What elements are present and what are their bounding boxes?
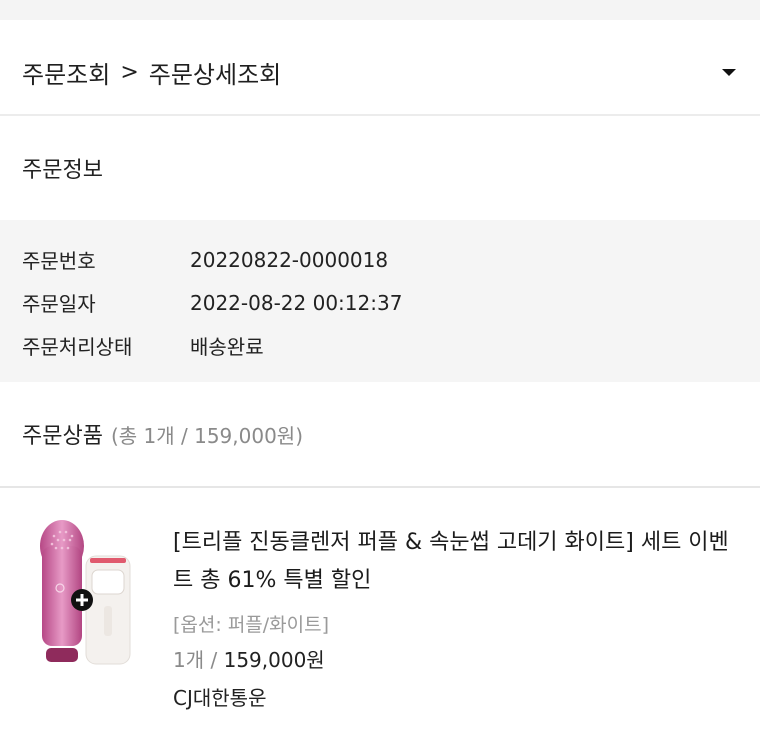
order-products-summary: (총 1개 / 159,000원): [110, 423, 304, 448]
breadcrumb-order-detail: 주문상세조회: [148, 60, 282, 89]
order-number-label: 주문번호: [22, 249, 96, 273]
order-products-title: 주문상품 (총 1개 / 159,000원): [0, 382, 760, 488]
product-thumbnail[interactable]: [30, 518, 140, 678]
order-status-value: 배송완료: [190, 335, 264, 359]
top-gap: [0, 0, 760, 20]
breadcrumb-order-inquiry[interactable]: 주문조회: [22, 55, 110, 90]
product-name[interactable]: [트리플 진동클렌저 퍼플 & 속눈썹 고데기 화이트] 세트 이벤트 총 61…: [173, 524, 733, 600]
product-quantity: 1개 /: [173, 648, 218, 672]
order-products-label: 주문상품: [22, 424, 103, 449]
product-info: [트리플 진동클렌저 퍼플 & 속눈썹 고데기 화이트] 세트 이벤트 총 61…: [173, 524, 733, 716]
product-option: [옵션: 퍼플/화이트]: [173, 614, 330, 636]
breadcrumb-separator: >: [120, 59, 139, 85]
order-info-row: 주문일자 2022-08-22 00:12:37: [22, 281, 738, 324]
order-info-row: 주문처리상태 배송완료: [22, 324, 738, 367]
product-price: 159,000원: [223, 648, 325, 672]
product-carrier: CJ대한통운: [173, 686, 267, 710]
order-number-value: 20220822-0000018: [190, 247, 389, 272]
order-date-label: 주문일자: [22, 292, 96, 316]
breadcrumb: 주문조회 > 주문상세조회: [22, 55, 281, 90]
plus-circle-icon: [71, 589, 93, 611]
product-item[interactable]: [트리플 진동클렌저 퍼플 & 속눈썹 고데기 화이트] 세트 이벤트 총 61…: [0, 488, 760, 746]
caret-down-icon[interactable]: [722, 68, 736, 76]
top-strip: [0, 20, 760, 30]
order-status-label: 주문처리상태: [22, 335, 133, 359]
product-quantity-price: 1개 / 159,000원: [173, 640, 733, 680]
order-info-row: 주문번호 20220822-0000018: [22, 238, 738, 281]
order-info-box: 주문번호 20220822-0000018 주문일자 2022-08-22 00…: [0, 220, 760, 382]
breadcrumb-bar: 주문조회 > 주문상세조회: [0, 30, 760, 116]
order-date-value: 2022-08-22 00:12:37: [190, 290, 403, 315]
order-info-title: 주문정보: [22, 158, 103, 183]
